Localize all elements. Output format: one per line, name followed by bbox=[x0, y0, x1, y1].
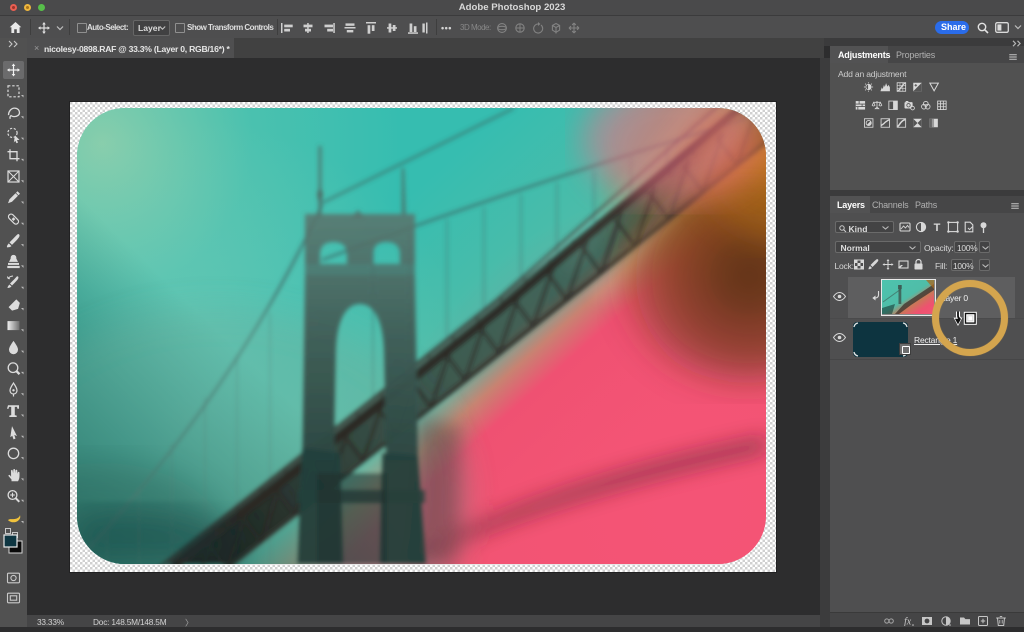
svg-text:fx: fx bbox=[904, 617, 912, 627]
svg-text:T: T bbox=[934, 222, 941, 234]
